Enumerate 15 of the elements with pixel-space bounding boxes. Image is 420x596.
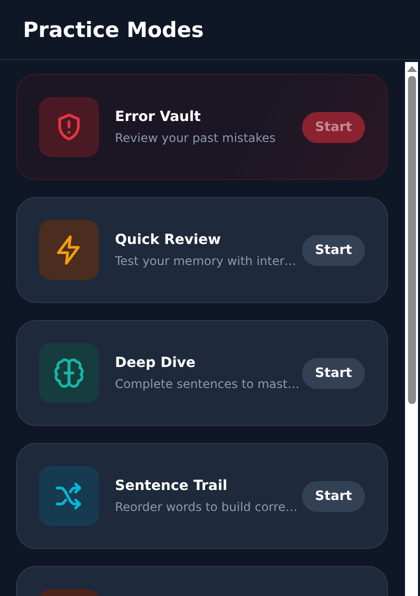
mode-title: Quick Review	[115, 232, 222, 248]
mode-title: Error Vault	[115, 109, 202, 125]
mode-description: Test your memory with inter…	[115, 254, 298, 268]
mode-title: Deep Dive	[115, 355, 197, 371]
start-button[interactable]: Start	[302, 480, 365, 512]
mode-description: Reorder words to build corre…	[115, 500, 298, 514]
scroll-up-arrow-icon[interactable]	[406, 66, 416, 72]
mode-title: Sentence Trail	[115, 478, 228, 494]
brain-icon	[53, 357, 85, 389]
mode-description: Review your past mistakes	[115, 131, 277, 145]
start-button[interactable]: Start	[302, 234, 365, 266]
page-title: Practice Modes	[23, 18, 204, 42]
mode-description: Complete sentences to mast…	[115, 377, 300, 391]
scrollbar[interactable]	[405, 62, 418, 596]
start-button[interactable]: Start	[302, 358, 365, 388]
